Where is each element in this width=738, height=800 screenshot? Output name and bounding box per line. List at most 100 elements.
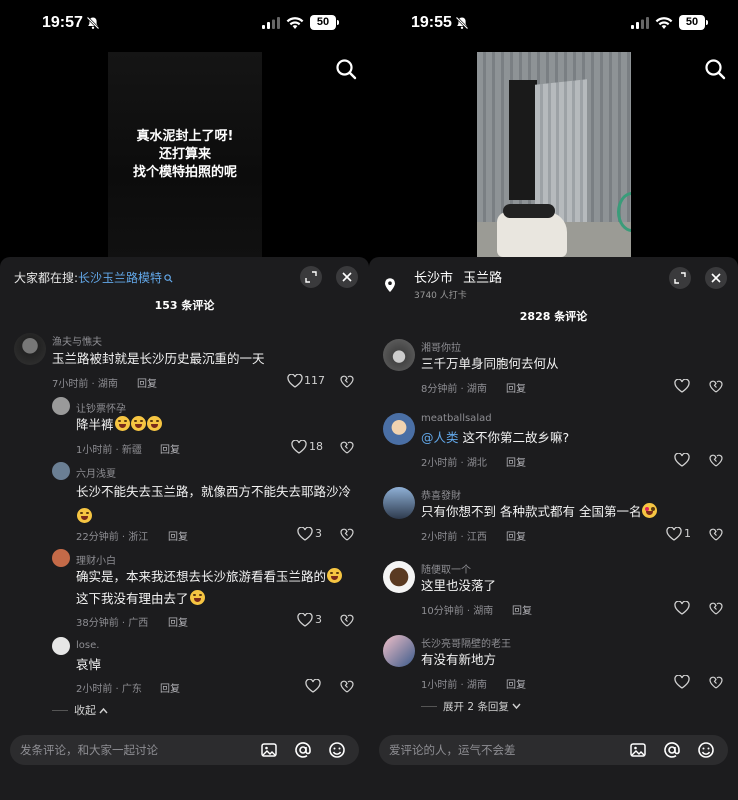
bell-muted-icon <box>86 16 100 30</box>
reply-button[interactable]: 回复 <box>512 602 532 617</box>
avatar[interactable] <box>383 561 415 593</box>
laughing-emoji-icon <box>327 568 343 583</box>
battery-indicator: 50 <box>679 15 708 30</box>
close-button[interactable] <box>336 266 358 288</box>
dislike-icon[interactable] <box>709 379 723 393</box>
comment-text: 这里也没落了 <box>421 578 497 593</box>
comment-username[interactable]: 湘哥你拉 <box>421 339 461 354</box>
dislike-icon[interactable] <box>709 675 723 689</box>
comment-username[interactable]: meatballsalad <box>421 413 492 424</box>
heart-eyes-emoji-icon <box>642 503 658 518</box>
heart-icon[interactable] <box>674 601 690 615</box>
comment-meta: 8分钟前 · 湖南 <box>421 384 487 395</box>
hot-search-prefix: 大家都在搜: <box>14 271 79 285</box>
dislike-icon[interactable] <box>709 601 723 615</box>
divider <box>421 706 437 707</box>
dislike-icon[interactable] <box>709 453 723 467</box>
expand-button[interactable] <box>300 266 322 288</box>
heart-icon[interactable] <box>287 374 303 388</box>
heart-icon[interactable] <box>297 527 313 541</box>
avatar[interactable] <box>52 637 70 655</box>
comment-count: 153 条评论 <box>154 299 215 312</box>
comment-meta: 22分钟前 · 浙江 <box>76 532 149 543</box>
reply-button[interactable]: 回复 <box>160 441 180 456</box>
comment-username[interactable]: 理财小白 <box>76 552 116 567</box>
mention-icon[interactable] <box>294 741 312 759</box>
image-icon[interactable] <box>629 741 647 759</box>
avatar[interactable] <box>383 635 415 667</box>
reply-button[interactable]: 回复 <box>506 380 526 395</box>
sheet-header: 大家都在搜:长沙玉兰路模特 153 条评论 <box>0 257 369 317</box>
comment-username[interactable]: 六月浅夏 <box>76 465 116 480</box>
heart-icon[interactable] <box>297 613 313 627</box>
comment-username[interactable]: 恭喜發財 <box>421 487 461 502</box>
like-count: 18 <box>309 440 323 453</box>
comment-username[interactable]: 长沙亮哥隔壁的老王 <box>421 635 511 650</box>
mention-link[interactable]: @人类 <box>421 430 459 445</box>
heart-icon[interactable] <box>291 440 307 454</box>
close-icon <box>342 272 352 282</box>
reply-button[interactable]: 回复 <box>160 680 180 695</box>
heart-icon[interactable] <box>674 453 690 467</box>
image-icon[interactable] <box>260 741 278 759</box>
bell-muted-icon <box>455 16 469 30</box>
dislike-icon[interactable] <box>340 374 354 388</box>
search-icon[interactable] <box>704 58 726 80</box>
wifi-icon <box>286 17 304 29</box>
laughing-emoji-icon <box>77 508 92 523</box>
chevron-down-icon <box>512 703 521 710</box>
video-player[interactable] <box>477 52 631 257</box>
comment-sheet: 长沙市 玉兰路 3740 人打卡 2828 条评论 湘哥你拉 三千万单身同胞何去… <box>369 257 738 800</box>
search-icon[interactable] <box>335 58 357 80</box>
laughing-emoji-icon <box>130 416 146 431</box>
video-frame <box>509 80 537 200</box>
laughing-emoji-icon <box>114 416 130 431</box>
emoji-icon[interactable] <box>328 741 346 759</box>
collapse-replies-button[interactable]: 收起 <box>52 702 108 718</box>
avatar[interactable] <box>52 397 70 415</box>
location-title[interactable]: 长沙市 玉兰路 <box>414 267 502 286</box>
mention-icon[interactable] <box>663 741 681 759</box>
reply-button[interactable]: 回复 <box>168 614 188 629</box>
comment-meta: 2小时前 · 湖北 <box>421 458 487 469</box>
comment-input[interactable] <box>389 735 619 765</box>
heart-icon[interactable] <box>674 379 690 393</box>
comment-input[interactable] <box>20 735 250 765</box>
avatar[interactable] <box>383 413 415 445</box>
dislike-icon[interactable] <box>340 527 354 541</box>
expand-replies-button[interactable]: 展开 2 条回复 <box>421 699 521 714</box>
comment-username[interactable]: lose. <box>76 640 99 651</box>
comment-text: 只有你想不到 各种款式都有 全国第一名 <box>421 502 658 522</box>
dislike-icon[interactable] <box>709 527 723 541</box>
hot-search-keyword[interactable]: 长沙玉兰路模特 <box>78 271 162 285</box>
reply-button[interactable]: 回复 <box>506 528 526 543</box>
reply-button[interactable]: 回复 <box>506 676 526 691</box>
comment-text: 确实是，本来我还想去长沙旅游看看玉兰路的 <box>76 567 343 587</box>
avatar[interactable] <box>383 487 415 519</box>
location-city: 长沙市 <box>414 271 454 286</box>
close-button[interactable] <box>705 267 727 289</box>
caption-line: 找个模特拍照的呢 <box>132 165 237 180</box>
expand-button[interactable] <box>669 267 691 289</box>
laughing-emoji-icon <box>189 590 205 605</box>
dislike-icon[interactable] <box>340 679 354 693</box>
comment-meta: 2小时前 · 广东 <box>76 684 142 695</box>
hot-search[interactable]: 大家都在搜:长沙玉兰路模特 <box>14 269 173 286</box>
comment-text: 玉兰路被封就是长沙历史最沉重的一天 <box>52 351 265 366</box>
avatar[interactable] <box>14 333 46 365</box>
reply-button[interactable]: 回复 <box>137 375 157 390</box>
comment-username[interactable]: 渔夫与憔夫 <box>52 333 102 348</box>
dislike-icon[interactable] <box>340 440 354 454</box>
emoji-icon[interactable] <box>697 741 715 759</box>
reply-button[interactable]: 回复 <box>506 454 526 469</box>
comment-username[interactable]: 让钞票怀孕 <box>76 400 126 415</box>
heart-icon[interactable] <box>674 675 690 689</box>
heart-icon[interactable] <box>666 527 682 541</box>
dislike-icon[interactable] <box>340 613 354 627</box>
avatar[interactable] <box>383 339 415 371</box>
heart-icon[interactable] <box>305 679 321 693</box>
comment-username[interactable]: 随便取一个 <box>421 561 471 576</box>
reply-button[interactable]: 回复 <box>168 528 188 543</box>
avatar[interactable] <box>52 462 70 480</box>
avatar[interactable] <box>52 549 70 567</box>
